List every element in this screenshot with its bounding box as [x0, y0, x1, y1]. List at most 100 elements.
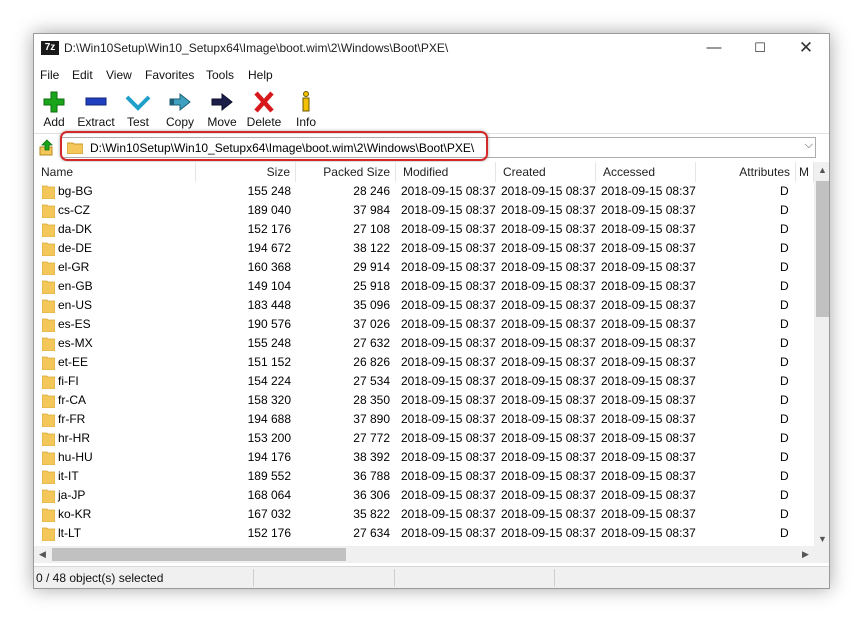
table-row[interactable]: hr-HR 153 200 27 772 2018-09-15 08:37 2018-0…	[34, 429, 814, 448]
modified-cell: 2018-09-15 08:37	[401, 393, 496, 407]
scroll-left-icon[interactable]: ◀	[34, 546, 51, 563]
table-row[interactable]: en-GB 149 104 25 918 2018-09-15 08:37 2018-0…	[34, 277, 814, 296]
menu-view[interactable]: View	[106, 68, 132, 82]
menu-edit[interactable]: Edit	[72, 68, 93, 82]
scroll-up-icon[interactable]: ▲	[814, 162, 829, 179]
menu-favorites[interactable]: Favorites	[145, 68, 194, 82]
table-row[interactable]: et-EE 151 152 26 826 2018-09-15 08:37 2018-0…	[34, 353, 814, 372]
column-size[interactable]: Size	[196, 162, 296, 182]
info-icon	[302, 91, 310, 112]
table-row[interactable]: cs-CZ 189 040 37 984 2018-09-15 08:37 2018-0…	[34, 201, 814, 220]
chevron-down-icon[interactable]: ⌵	[805, 139, 813, 152]
size-cell: 152 176	[247, 222, 291, 236]
table-row[interactable]: ja-JP 168 064 36 306 2018-09-15 08:37 2018-0…	[34, 486, 814, 505]
horizontal-scroll-thumb[interactable]	[52, 548, 346, 561]
test-button[interactable]: Test	[115, 87, 161, 131]
folder-icon	[42, 185, 55, 199]
column-modified[interactable]: Modified	[396, 162, 496, 182]
copy-button[interactable]: Copy	[157, 87, 203, 131]
table-row[interactable]: es-MX 155 248 27 632 2018-09-15 08:37 2018-0…	[34, 334, 814, 353]
add-button[interactable]: Add	[34, 87, 77, 131]
menu-tools[interactable]: Tools	[206, 68, 234, 82]
created-cell: 2018-09-15 08:37	[501, 374, 596, 388]
test-icon	[125, 95, 151, 111]
info-button[interactable]: Info	[283, 87, 329, 131]
horizontal-scrollbar[interactable]: ◀ ▶	[34, 546, 814, 563]
status-divider	[554, 569, 555, 587]
column-more[interactable]: M	[796, 162, 814, 182]
column-packed-size[interactable]: Packed Size	[296, 162, 396, 182]
column-header: Name Size Packed Size Modified Created A…	[34, 162, 814, 182]
delete-label: Delete	[246, 115, 282, 129]
menu-help[interactable]: Help	[248, 68, 273, 82]
table-row[interactable]: fi-FI 154 224 27 534 2018-09-15 08:37 2018-0…	[34, 372, 814, 391]
accessed-cell: 2018-09-15 08:37	[601, 374, 696, 388]
table-row[interactable]: el-GR 160 368 29 914 2018-09-15 08:37 2018-0…	[34, 258, 814, 277]
app-window: 7z D:\Win10Setup\Win10_Setupx64\Image\bo…	[33, 33, 830, 589]
table-row[interactable]: bg-BG 155 248 28 246 2018-09-15 08:37 2018-0…	[34, 182, 814, 201]
file-name: cs-CZ	[58, 203, 90, 217]
accessed-cell: 2018-09-15 08:37	[601, 526, 696, 540]
file-name: en-GB	[58, 279, 93, 293]
column-name[interactable]: Name	[34, 162, 196, 182]
extract-label: Extract	[77, 115, 115, 129]
scroll-right-icon[interactable]: ▶	[797, 546, 814, 563]
column-accessed[interactable]: Accessed	[596, 162, 696, 182]
accessed-cell: 2018-09-15 08:37	[601, 431, 696, 445]
table-row[interactable]: it-IT 189 552 36 788 2018-09-15 08:37 2018-0…	[34, 467, 814, 486]
extract-button[interactable]: Extract	[73, 87, 119, 131]
size-cell: 190 576	[247, 317, 291, 331]
folder-up-icon[interactable]	[38, 139, 56, 157]
attributes-cell: D	[780, 241, 789, 255]
accessed-cell: 2018-09-15 08:37	[601, 298, 696, 312]
file-list: bg-BG 155 248 28 246 2018-09-15 08:37 2018-0…	[34, 182, 814, 548]
minimize-button[interactable]: —	[691, 34, 737, 64]
accessed-cell: 2018-09-15 08:37	[601, 336, 696, 350]
scroll-corner	[814, 546, 829, 563]
table-row[interactable]: lt-LT 152 176 27 634 2018-09-15 08:37 2018-0…	[34, 524, 814, 543]
packed-size-cell: 25 918	[353, 279, 390, 293]
created-cell: 2018-09-15 08:37	[501, 241, 596, 255]
packed-size-cell: 38 122	[353, 241, 390, 255]
maximize-button[interactable]: ☐	[737, 34, 783, 64]
table-row[interactable]: da-DK 152 176 27 108 2018-09-15 08:37 2018-0…	[34, 220, 814, 239]
table-row[interactable]: en-US 183 448 35 096 2018-09-15 08:37 2018-0…	[34, 296, 814, 315]
title-bar: 7z D:\Win10Setup\Win10_Setupx64\Image\bo…	[34, 34, 829, 64]
created-cell: 2018-09-15 08:37	[501, 412, 596, 426]
table-row[interactable]: fr-CA 158 320 28 350 2018-09-15 08:37 2018-0…	[34, 391, 814, 410]
modified-cell: 2018-09-15 08:37	[401, 488, 496, 502]
vertical-scrollbar[interactable]: ▲ ▼	[814, 162, 829, 548]
menu-file[interactable]: File	[40, 68, 59, 82]
folder-icon	[42, 318, 55, 332]
size-cell: 183 448	[247, 298, 291, 312]
size-cell: 160 368	[247, 260, 291, 274]
table-row[interactable]: de-DE 194 672 38 122 2018-09-15 08:37 2018-0…	[34, 239, 814, 258]
accessed-cell: 2018-09-15 08:37	[601, 393, 696, 407]
column-attributes[interactable]: Attributes	[696, 162, 796, 182]
table-row[interactable]: ko-KR 167 032 35 822 2018-09-15 08:37 2018-0…	[34, 505, 814, 524]
size-cell: 154 224	[247, 374, 291, 388]
created-cell: 2018-09-15 08:37	[501, 450, 596, 464]
created-cell: 2018-09-15 08:37	[501, 260, 596, 274]
file-name: hr-HR	[58, 431, 90, 445]
attributes-cell: D	[780, 336, 789, 350]
table-row[interactable]: es-ES 190 576 37 026 2018-09-15 08:37 2018-0…	[34, 315, 814, 334]
attributes-cell: D	[780, 203, 789, 217]
created-cell: 2018-09-15 08:37	[501, 298, 596, 312]
close-button[interactable]: ✕	[783, 34, 829, 64]
move-button[interactable]: Move	[199, 87, 245, 131]
app-logo-icon: 7z	[41, 41, 59, 55]
column-created[interactable]: Created	[496, 162, 596, 182]
delete-button[interactable]: Delete	[241, 87, 287, 131]
table-row[interactable]: hu-HU 194 176 38 392 2018-09-15 08:37 2018-0…	[34, 448, 814, 467]
accessed-cell: 2018-09-15 08:37	[601, 279, 696, 293]
file-name: et-EE	[58, 355, 89, 369]
packed-size-cell: 35 096	[353, 298, 390, 312]
folder-icon	[42, 451, 55, 465]
folder-icon	[42, 432, 55, 446]
table-row[interactable]: fr-FR 194 688 37 890 2018-09-15 08:37 2018-0…	[34, 410, 814, 429]
file-name: ko-KR	[58, 507, 92, 521]
vertical-scroll-thumb[interactable]	[816, 181, 829, 317]
folder-icon	[42, 470, 55, 484]
window-title: D:\Win10Setup\Win10_Setupx64\Image\boot.…	[64, 41, 449, 55]
